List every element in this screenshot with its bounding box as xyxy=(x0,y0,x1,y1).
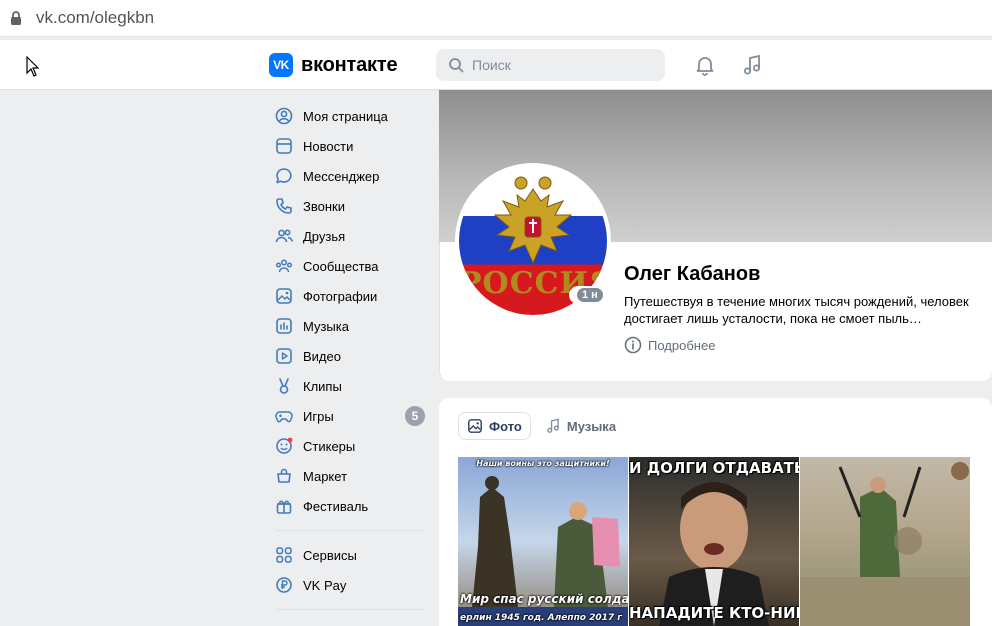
sidebar-item-vkpay[interactable]: VK Pay xyxy=(270,570,430,600)
photo-caption-bottom: ерлин 1945 год. Алеппо 2017 г xyxy=(460,613,622,623)
photo-thumbnail[interactable]: И ДОЛГИ ОТДАВАТЬ НА НАПАДИТЕ КТО-НИБУДЬ xyxy=(629,457,799,626)
sidebar-item-label: Стикеры xyxy=(303,438,356,454)
market-icon xyxy=(274,466,294,486)
sidebar-item-label: Друзья xyxy=(303,228,346,244)
music-note-icon[interactable] xyxy=(739,52,765,78)
sidebar-item-communities[interactable]: Сообщества xyxy=(270,251,430,281)
man-portrait-image xyxy=(659,482,769,626)
search-box[interactable] xyxy=(436,49,665,81)
sidebar-item-label: Видео xyxy=(303,348,341,364)
message-icon xyxy=(274,166,294,186)
sidebar-item-label: Звонки xyxy=(303,198,345,214)
sidebar-item-label: VK Pay xyxy=(303,577,347,593)
info-icon xyxy=(624,336,642,354)
sidebar-divider xyxy=(276,530,424,531)
photo-caption-top: Наши воины это защитники! xyxy=(476,459,610,468)
sidebar-item-clips[interactable]: Клипы xyxy=(270,371,430,401)
sidebar-item-label: Музыка xyxy=(303,318,349,334)
sidebar-item-label: Маркет xyxy=(303,468,348,484)
sidebar-item-market[interactable]: Маркет xyxy=(270,461,430,491)
clips-icon xyxy=(274,376,294,396)
sidebar-item-label: Фестиваль xyxy=(303,498,369,514)
sidebar-item-games[interactable]: Игры 5 xyxy=(270,401,430,431)
sidebar-item-label: Мессенджер xyxy=(303,168,380,184)
soldiers-image xyxy=(800,462,970,626)
address-url[interactable]: vk.com/olegkbn xyxy=(36,8,154,28)
left-sidebar: Моя страница Новости Мессенджер Звонки Д… xyxy=(270,101,430,619)
sidebar-item-messenger[interactable]: Мессенджер xyxy=(270,161,430,191)
lock-icon xyxy=(10,11,22,25)
photo-caption-mid: Мир спас русский солдат xyxy=(460,592,628,606)
tab-label: Фото xyxy=(489,418,522,434)
photo-thumbnail[interactable]: Наши воины это защитники! Мир спас русск… xyxy=(458,457,628,626)
search-icon xyxy=(449,58,464,73)
more-info-label: Подробнее xyxy=(648,337,716,353)
sidebar-item-calls[interactable]: Звонки xyxy=(270,191,430,221)
tab-music[interactable]: Музыка xyxy=(537,412,624,440)
gift-icon xyxy=(274,496,294,516)
photo-icon xyxy=(274,286,294,306)
music-icon xyxy=(274,316,294,336)
tab-label: Музыка xyxy=(566,418,617,434)
user-circle-icon xyxy=(274,106,294,126)
sidebar-item-label: Сервисы xyxy=(303,547,357,563)
sticker-icon xyxy=(274,436,294,456)
sidebar-item-label: Сообщества xyxy=(303,258,379,274)
more-info-button[interactable]: Подробнее xyxy=(624,336,715,354)
music-note-icon xyxy=(547,418,559,433)
online-status-badge: 1 н xyxy=(569,286,611,304)
sidebar-item-label: Моя страница xyxy=(303,108,388,124)
photo-thumbnail[interactable] xyxy=(800,457,970,626)
sidebar-item-label: Клипы xyxy=(303,378,342,394)
communities-icon xyxy=(274,256,294,276)
newsfeed-icon xyxy=(274,136,294,156)
sidebar-item-festival[interactable]: Фестиваль xyxy=(270,491,430,521)
sidebar-item-stickers[interactable]: Стикеры xyxy=(270,431,430,461)
bell-icon[interactable] xyxy=(692,52,718,78)
browser-address-bar: vk.com/olegkbn xyxy=(0,0,992,37)
top-header: VK вконтакте xyxy=(0,40,992,90)
services-icon xyxy=(274,545,294,565)
profile-name: Олег Кабанов xyxy=(624,263,761,285)
vk-logo-mark: VK xyxy=(269,53,293,77)
friends-icon xyxy=(274,226,294,246)
photo-strip: Наши воины это защитники! Мир спас русск… xyxy=(458,457,971,626)
profile-status: Путешествуя в течение многих тысяч рожде… xyxy=(624,294,969,326)
search-input[interactable] xyxy=(472,57,652,73)
sidebar-item-friends[interactable]: Друзья xyxy=(270,221,430,251)
vkpay-icon xyxy=(274,575,294,595)
sidebar-item-services[interactable]: Сервисы xyxy=(270,540,430,570)
sidebar-item-news[interactable]: Новости xyxy=(270,131,430,161)
sidebar-item-label: Игры xyxy=(303,408,334,424)
meme-caption-top: И ДОЛГИ ОТДАВАТЬ НА xyxy=(629,459,799,477)
sidebar-item-my-page[interactable]: Моя страница xyxy=(270,101,430,131)
games-count-badge: 5 xyxy=(405,406,425,426)
mouse-cursor-icon xyxy=(26,55,40,83)
sidebar-item-label: Новости xyxy=(303,138,354,154)
media-tabs: Фото Музыка xyxy=(458,412,624,440)
online-status-label: 1 н xyxy=(577,288,603,302)
vk-logo[interactable]: VK вконтакте xyxy=(269,53,398,77)
vk-logo-text: вконтакте xyxy=(301,53,398,76)
video-icon xyxy=(274,346,294,366)
sidebar-item-video[interactable]: Видео xyxy=(270,341,430,371)
phone-icon xyxy=(274,196,294,216)
sidebar-item-label: Фотографии xyxy=(303,288,378,304)
meme-caption-bottom: НАПАДИТЕ КТО-НИБУДЬ xyxy=(629,604,799,622)
tab-photos[interactable]: Фото xyxy=(458,412,531,440)
sidebar-item-music[interactable]: Музыка xyxy=(270,311,430,341)
photo-icon xyxy=(468,419,482,433)
sidebar-item-photos[interactable]: Фотографии xyxy=(270,281,430,311)
gamepad-icon xyxy=(274,406,294,426)
sidebar-divider xyxy=(276,609,424,610)
